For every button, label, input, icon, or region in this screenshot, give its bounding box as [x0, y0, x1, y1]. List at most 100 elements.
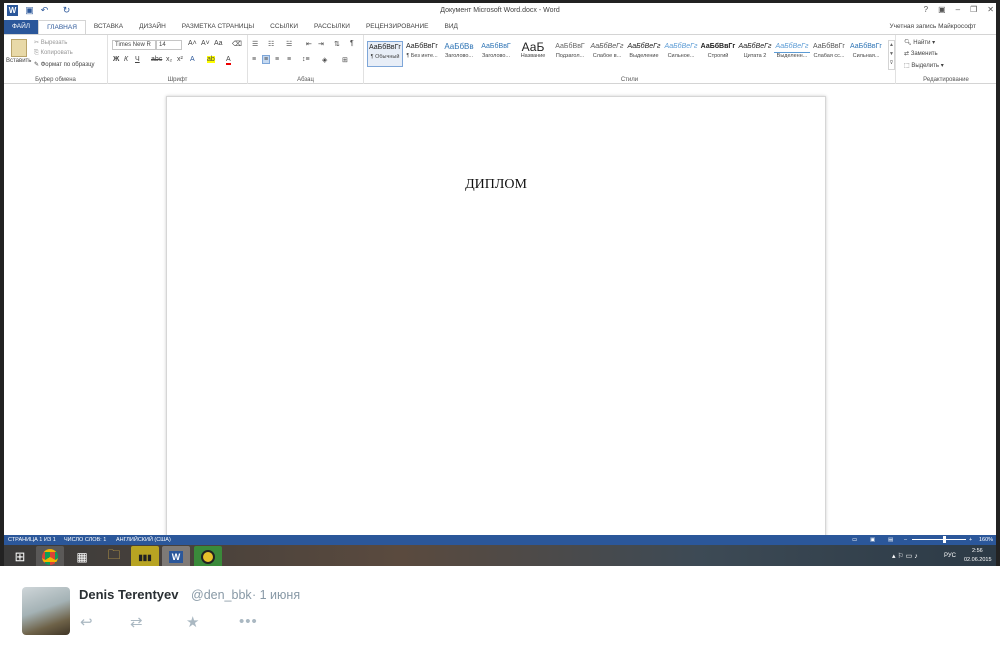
- clear-format-icon[interactable]: ⌫: [232, 40, 242, 48]
- tray-icons[interactable]: ▴ ⚐ ▭ ♪: [892, 552, 918, 560]
- minimize-button[interactable]: –: [956, 5, 960, 14]
- highlight-icon[interactable]: ab: [207, 56, 215, 63]
- print-layout-icon[interactable]: ▣: [870, 537, 875, 543]
- reply-icon[interactable]: ↩: [80, 613, 93, 631]
- zoom-out-icon[interactable]: –: [904, 537, 907, 543]
- italic-icon[interactable]: К: [124, 56, 128, 63]
- chrome-icon[interactable]: [36, 546, 64, 566]
- tab-layout[interactable]: РАЗМЕТКА СТРАНИЦЫ: [174, 20, 262, 34]
- strikethrough-icon[interactable]: abc: [151, 56, 162, 63]
- bold-icon[interactable]: Ж: [113, 56, 119, 63]
- clock-date[interactable]: 02.06.2015: [964, 557, 992, 563]
- account-name[interactable]: Учетная запись Майкрософт: [889, 23, 976, 30]
- style-subtle-emphasis[interactable]: АаБбВеГг Слабое в...: [589, 41, 625, 67]
- style-subtitle[interactable]: АаБбВвГ Подзагол...: [552, 41, 588, 67]
- author-name[interactable]: Denis Terentyev: [79, 587, 178, 602]
- paste-button[interactable]: Вставить: [6, 58, 31, 64]
- tab-review[interactable]: РЕЦЕНЗИРОВАНИЕ: [358, 20, 437, 34]
- document-text[interactable]: ДИПЛОМ: [167, 177, 825, 193]
- zoom-slider[interactable]: [912, 539, 966, 540]
- word-count[interactable]: ЧИСЛО СЛОВ: 1: [64, 537, 106, 543]
- find-button[interactable]: 🔍︎ Найти ▾: [904, 39, 935, 46]
- language[interactable]: АНГЛИЙСКИЙ (США): [116, 537, 171, 543]
- align-right-icon[interactable]: ≡: [275, 56, 279, 63]
- subscript-icon[interactable]: x₂: [166, 56, 172, 63]
- replace-button[interactable]: ⇄ Заменить: [904, 50, 938, 57]
- apps-icon[interactable]: ▦: [68, 546, 96, 566]
- zoom-in-icon[interactable]: +: [969, 537, 972, 543]
- superscript-icon[interactable]: x²: [177, 56, 183, 63]
- paste-icon[interactable]: [11, 39, 27, 57]
- read-mode-icon[interactable]: ▭: [852, 537, 857, 543]
- tab-design[interactable]: ДИЗАЙН: [131, 20, 174, 34]
- show-marks-icon[interactable]: ¶: [350, 40, 354, 47]
- style-preview: АаБбВеГг: [590, 43, 624, 50]
- format-painter-button[interactable]: ✎ Формат по образцу: [34, 61, 95, 68]
- word-taskbar-icon[interactable]: W: [162, 546, 190, 566]
- document-page[interactable]: ДИПЛОМ: [166, 96, 826, 541]
- text-effects-icon[interactable]: A: [190, 56, 195, 63]
- change-case-icon[interactable]: Aa: [214, 40, 223, 47]
- style-normal[interactable]: АаБбВвГг ¶ Обычный: [367, 41, 403, 67]
- style-quote-2[interactable]: АаБбВеГг Цитата 2: [737, 41, 773, 67]
- style-heading-2[interactable]: АаБбВвГ Заголово...: [478, 41, 514, 67]
- style-subtle-reference[interactable]: АаБбВвГг Слабая сс...: [811, 41, 847, 67]
- start-button[interactable]: ⊞: [6, 546, 34, 566]
- decrease-indent-icon[interactable]: ⇤: [306, 40, 312, 48]
- styles-scroll[interactable]: ▲ ▼ ⊽: [888, 40, 895, 70]
- font-size-select[interactable]: 14: [156, 40, 182, 50]
- ribbon-display-icon[interactable]: ▣: [938, 5, 946, 14]
- input-language[interactable]: РУС: [944, 553, 956, 559]
- tab-home[interactable]: ГЛАВНАЯ: [38, 20, 86, 34]
- style-intense-reference[interactable]: АаБбВвГг Сильная...: [848, 41, 884, 67]
- help-button[interactable]: ?: [924, 5, 928, 14]
- style-no-spacing[interactable]: АаБбВвГг ¶ Без инте...: [404, 41, 440, 67]
- borders-icon[interactable]: ⊞: [342, 56, 348, 64]
- style-intense-emphasis[interactable]: АаБбВеГг Сильное...: [663, 41, 699, 67]
- author-handle[interactable]: @den_bbk: [191, 588, 252, 602]
- app-icon[interactable]: [194, 546, 222, 566]
- grow-font-icon[interactable]: A˄: [188, 40, 197, 47]
- multilevel-list-icon[interactable]: ☱: [286, 40, 292, 48]
- tab-references[interactable]: ССЫЛКИ: [262, 20, 306, 34]
- select-button[interactable]: ⬚ Выделить ▾: [904, 62, 944, 69]
- explorer-icon[interactable]: 🗀︎: [100, 546, 128, 566]
- close-button[interactable]: ✕: [987, 5, 994, 14]
- sort-icon[interactable]: ⇅: [334, 40, 340, 48]
- web-layout-icon[interactable]: ▤: [888, 537, 893, 543]
- restore-button[interactable]: ❐: [970, 5, 977, 14]
- shrink-font-icon[interactable]: A˅: [201, 40, 210, 47]
- style-emphasis[interactable]: АаБбВеГг Выделение: [626, 41, 662, 67]
- favorite-icon[interactable]: ★: [186, 613, 199, 631]
- page-count[interactable]: СТРАНИЦА 1 ИЗ 1: [8, 537, 56, 543]
- shading-icon[interactable]: ◈: [322, 56, 327, 64]
- more-icon[interactable]: •••: [239, 613, 258, 630]
- copy-button[interactable]: ⎘ Копировать: [34, 50, 73, 57]
- tab-mailings[interactable]: РАССЫЛКИ: [306, 20, 358, 34]
- avatar[interactable]: [22, 587, 70, 635]
- font-name-select[interactable]: Times New R: [112, 40, 156, 50]
- align-center-icon[interactable]: ≡: [262, 55, 271, 64]
- style-intense-quote[interactable]: АаБбВеГг Выделенн...: [774, 41, 810, 67]
- align-left-icon[interactable]: ≡: [252, 56, 256, 63]
- style-heading-1[interactable]: АаБбВв Заголово...: [441, 41, 477, 67]
- style-strong[interactable]: АаБбВвГг Строгий: [700, 41, 736, 67]
- tab-insert[interactable]: ВСТАВКА: [86, 20, 131, 34]
- underline-icon[interactable]: Ч: [135, 56, 140, 63]
- retweet-icon[interactable]: ⇄: [130, 613, 143, 631]
- clock-time[interactable]: 2:56: [972, 548, 983, 554]
- tab-view[interactable]: ВИД: [436, 20, 465, 34]
- zoom-thumb[interactable]: [943, 536, 946, 543]
- increase-indent-icon[interactable]: ⇥: [318, 40, 324, 48]
- zoom-level[interactable]: 160%: [979, 537, 993, 543]
- tweet-date[interactable]: · 1 июня: [252, 588, 300, 602]
- media-icon[interactable]: ▮▮▮: [131, 546, 159, 566]
- bullets-icon[interactable]: ☰: [252, 40, 258, 48]
- numbering-icon[interactable]: ☷: [268, 40, 274, 48]
- justify-icon[interactable]: ≡: [287, 56, 291, 63]
- style-title[interactable]: АаБ Название: [515, 41, 551, 67]
- line-spacing-icon[interactable]: ↕≡: [302, 56, 310, 63]
- cut-button[interactable]: ✂ Вырезать: [34, 39, 67, 46]
- tab-file[interactable]: ФАЙЛ: [4, 20, 39, 34]
- font-color-icon[interactable]: A: [226, 56, 231, 65]
